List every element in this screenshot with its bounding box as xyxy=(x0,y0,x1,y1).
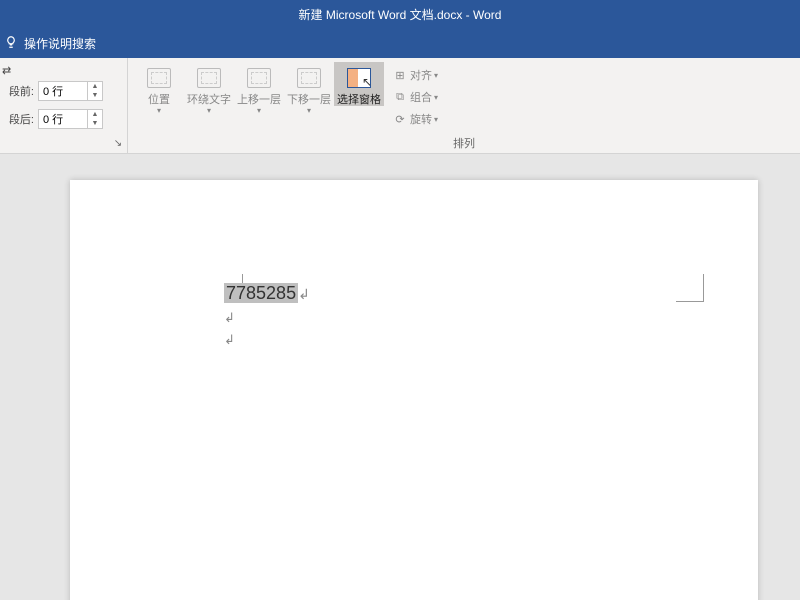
send-backward-icon xyxy=(293,64,325,92)
chevron-down-icon: ▾ xyxy=(434,115,438,124)
chevron-down-icon: ▾ xyxy=(257,106,261,115)
group-label xyxy=(0,139,127,153)
arrange-group-label: 排列 xyxy=(128,135,800,153)
dialog-launcher-icon[interactable]: ↘ xyxy=(111,137,125,151)
space-before-input[interactable] xyxy=(39,85,87,97)
lightbulb-icon xyxy=(4,35,18,52)
align-button: ⊞ 对齐 ▾ xyxy=(388,64,442,86)
wrap-text-button: 环绕文字 ▾ xyxy=(184,62,234,115)
ribbon: ⇄ 段前: ▲▼ 段后: ▲▼ ↘ 位置 xyxy=(0,58,800,154)
rotate-icon: ⟳ xyxy=(392,113,408,126)
paragraph-mark-icon: ↲ xyxy=(298,286,310,302)
group-icon: ⧉ xyxy=(392,91,408,104)
space-after-spinner[interactable]: ▲▼ xyxy=(38,109,103,129)
tell-me-label: 操作说明搜索 xyxy=(24,35,96,52)
bring-forward-icon xyxy=(243,64,275,92)
arrange-group: 位置 ▾ 环绕文字 ▾ 上移一层 ▾ 下移一层 ▾ 选择窗格 xyxy=(128,58,800,153)
position-button: 位置 ▾ xyxy=(134,62,184,115)
document-page[interactable] xyxy=(70,180,758,600)
space-after-label: 段后: xyxy=(0,111,34,127)
spin-up-icon[interactable]: ▲ xyxy=(88,110,102,119)
chevron-down-icon: ▾ xyxy=(207,106,211,115)
space-after-input[interactable] xyxy=(39,113,87,125)
margin-mark xyxy=(676,274,704,302)
align-icon: ⊞ xyxy=(392,69,408,82)
chevron-down-icon: ▾ xyxy=(434,93,438,102)
space-before-label: 段前: xyxy=(0,83,34,99)
chevron-down-icon: ▾ xyxy=(157,106,161,115)
document-body[interactable]: 7785285↲ ↲ ↲ xyxy=(224,282,310,348)
rotate-button: ⟳ 旋转 ▾ xyxy=(388,108,442,130)
space-before-spinner[interactable]: ▲▼ xyxy=(38,81,103,101)
window-title: 新建 Microsoft Word 文档.docx - Word xyxy=(299,6,502,23)
selection-pane-button[interactable]: 选择窗格 xyxy=(334,62,384,106)
paragraph-mark-icon: ↲ xyxy=(224,332,310,348)
paragraph-mark-icon: ↲ xyxy=(224,310,310,326)
spin-down-icon[interactable]: ▼ xyxy=(88,119,102,128)
title-bar: 新建 Microsoft Word 文档.docx - Word xyxy=(0,0,800,28)
selected-text[interactable]: 7785285 xyxy=(224,283,298,303)
wrap-text-icon xyxy=(193,64,225,92)
group-button: ⧉ 组合 ▾ xyxy=(388,86,442,108)
indent-icon: ⇄ xyxy=(0,62,11,77)
chevron-down-icon: ▾ xyxy=(434,71,438,80)
send-backward-button: 下移一层 ▾ xyxy=(284,62,334,115)
position-icon xyxy=(143,64,175,92)
tell-me-bar[interactable]: 操作说明搜索 xyxy=(0,28,800,58)
spin-up-icon[interactable]: ▲ xyxy=(88,82,102,91)
chevron-down-icon: ▾ xyxy=(307,106,311,115)
paragraph-spacing-group: ⇄ 段前: ▲▼ 段后: ▲▼ ↘ xyxy=(0,58,128,153)
bring-forward-button: 上移一层 ▾ xyxy=(234,62,284,115)
spin-down-icon[interactable]: ▼ xyxy=(88,91,102,100)
selection-pane-icon xyxy=(343,64,375,92)
document-workspace[interactable]: 7785285↲ ↲ ↲ xyxy=(0,154,800,600)
